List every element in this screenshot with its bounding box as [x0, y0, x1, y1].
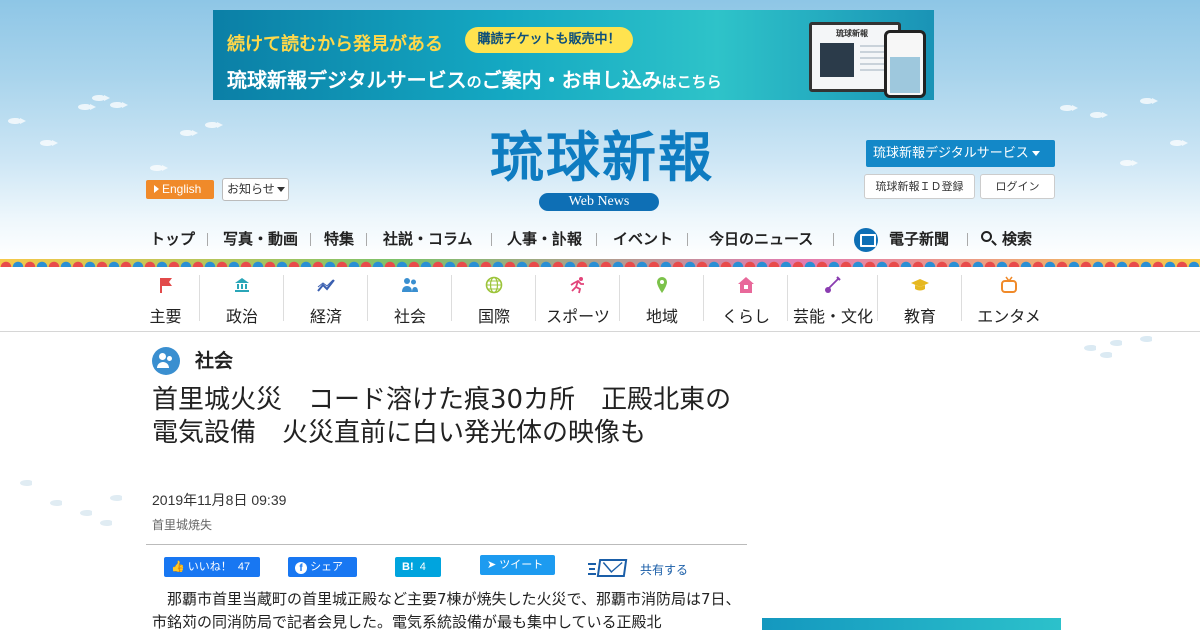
facebook-like-button[interactable]: 👍 いいね！ 47 — [164, 557, 260, 577]
site-logo[interactable]: 琉球新報 — [452, 127, 752, 187]
banner-ticket-pill: 購読チケットも販売中！ — [465, 27, 633, 53]
category-sports[interactable]: スポーツ — [536, 267, 620, 332]
trend-chart-icon — [317, 279, 335, 292]
sidebar-ad[interactable] — [762, 618, 1061, 630]
phone-illustration — [884, 30, 926, 98]
digital-service-banner[interactable]: 続けて読むから発見がある 購読チケットも販売中！ 琉球新報デジタルサービスのご案… — [213, 10, 934, 100]
tv-icon — [1001, 276, 1017, 293]
article-body: 那覇市首里当蔵町の首里城正殿など主要7棟が焼失した火災で、那覇市消防局は7日、市… — [152, 590, 741, 630]
bird-icon: ➤ — [487, 559, 497, 571]
logo-web-news-badge[interactable]: Web News — [539, 193, 659, 211]
share-label[interactable]: 共有する — [640, 561, 688, 578]
category-education[interactable]: 教育 — [878, 267, 962, 332]
article-headline: 首里城火災 コード溶けた痕30カ所 正殿北東の電気設備 火災直前に白い発光体の映… — [152, 385, 732, 448]
play-triangle-icon — [154, 185, 159, 193]
category-region[interactable]: 地域 — [620, 267, 704, 332]
graduation-cap-icon — [911, 279, 929, 291]
nav-editorial-column[interactable]: 社説・コラム — [383, 226, 473, 252]
runner-icon — [570, 277, 584, 294]
category-entertainment[interactable]: エンタメ — [962, 267, 1056, 332]
category-life[interactable]: くらし — [704, 267, 788, 332]
people-icon — [402, 278, 418, 292]
nav-personnel-obituary[interactable]: 人事・訃報 — [507, 226, 582, 252]
search-icon[interactable] — [981, 231, 992, 242]
house-icon — [738, 277, 754, 293]
category-main[interactable]: 主要 — [131, 267, 200, 332]
hatena-bookmark-button[interactable]: B! 4 — [395, 557, 441, 577]
facebook-icon: f — [295, 562, 307, 574]
chevron-down-icon — [276, 187, 285, 192]
people-icon — [152, 347, 180, 375]
id-register-button[interactable]: 琉球新報ＩＤ登録 — [864, 174, 975, 199]
english-button[interactable]: English — [146, 180, 214, 199]
banner-headline: 琉球新報デジタルサービスのご案内・お申し込みはこちら — [227, 68, 722, 92]
section-label[interactable]: 社会 — [195, 348, 233, 374]
category-arts-culture[interactable]: 芸能・文化 — [788, 267, 878, 332]
category-nav: 主要 政治 経済 社会 国際 スポーツ 地域 くらし 芸能・文化 教育 エンタメ — [0, 267, 1200, 332]
wave-pattern-divider — [0, 259, 1200, 267]
chevron-down-icon — [1031, 151, 1040, 156]
mail-share-icon[interactable] — [588, 557, 638, 579]
flag-icon — [159, 278, 172, 293]
nav-events[interactable]: イベント — [613, 226, 673, 252]
category-international[interactable]: 国際 — [452, 267, 536, 332]
map-pin-icon — [657, 277, 667, 293]
globe-icon — [485, 276, 503, 294]
thumbs-up-icon: 👍 — [171, 561, 185, 573]
nav-photo-video[interactable]: 写真・動画 — [223, 226, 298, 252]
nav-todays-news[interactable]: 今日のニュース — [709, 226, 813, 252]
category-economy[interactable]: 経済 — [284, 267, 368, 332]
notice-dropdown[interactable]: お知らせ — [222, 178, 289, 201]
tweet-button[interactable]: ➤ ツイート — [480, 555, 555, 575]
hatena-icon: B! — [402, 561, 414, 573]
sanshin-icon — [825, 276, 841, 293]
nav-search[interactable]: 検索 — [1002, 226, 1032, 252]
parliament-icon — [235, 278, 249, 292]
article-date: 2019年11月8日 09:39 — [152, 492, 287, 508]
digital-service-dropdown[interactable]: 琉球新報デジタルサービス — [866, 140, 1055, 167]
category-politics[interactable]: 政治 — [200, 267, 284, 332]
nav-top[interactable]: トップ — [150, 226, 195, 252]
banner-tagline: 続けて読むから発見がある — [227, 34, 443, 55]
nav-e-newspaper[interactable]: 電子新聞 — [889, 226, 949, 252]
article-tag[interactable]: 首里城焼失 — [152, 516, 212, 533]
facebook-share-button[interactable]: f シェア — [288, 557, 357, 577]
divider — [146, 544, 747, 545]
e-newspaper-icon — [854, 228, 878, 252]
login-button[interactable]: ログイン — [980, 174, 1055, 199]
nav-features[interactable]: 特集 — [324, 226, 354, 252]
category-society[interactable]: 社会 — [368, 267, 452, 332]
